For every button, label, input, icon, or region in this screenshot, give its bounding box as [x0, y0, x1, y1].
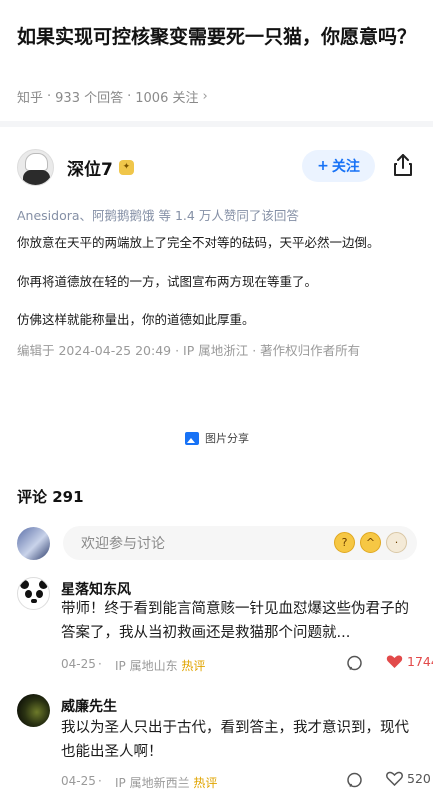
my-avatar	[17, 526, 50, 560]
comment-input-placeholder: 欢迎参与讨论	[81, 536, 165, 552]
answer-paragraph: 仿佛这样就能称量出，你的道德如此厚重。	[17, 312, 255, 327]
comment-location: IP 属地山东	[115, 659, 178, 673]
comment-input[interactable]: 欢迎参与讨论 ? ^ ·	[63, 526, 417, 560]
question-title[interactable]: 如果实现可控核聚变需要死一只猫，你愿意吗？	[17, 22, 417, 52]
comments-title: 评论 291	[17, 488, 84, 506]
thinking-emoji-icon[interactable]: ?	[334, 532, 355, 553]
hot-comment-badge: 热评	[193, 776, 218, 790]
chevron-right-icon: ›	[202, 89, 208, 104]
approvers-line[interactable]: Anesidora、阿鹅鹅鹅饿 等 1.4 万人赞同了该回答	[17, 205, 299, 224]
commenter-avatar[interactable]	[17, 577, 50, 610]
plus-icon: +	[317, 158, 329, 174]
image-share-button[interactable]: 图片分享	[185, 430, 249, 446]
commenter-name[interactable]: 威廉先生	[61, 696, 117, 716]
commenter-name[interactable]: 星落知东风	[61, 579, 131, 599]
follow-count: 1006 关注	[135, 91, 199, 106]
comment-text[interactable]: 我以为圣人只出于古代，看到答主，我才意识到，现代也能出圣人啊！	[61, 716, 417, 764]
heart-filled-icon	[386, 655, 403, 668]
reply-icon[interactable]	[346, 655, 363, 672]
like-button[interactable]: 520	[386, 771, 431, 786]
comment-location: IP 属地新西兰	[115, 776, 190, 790]
section-divider	[0, 121, 433, 127]
comment-date: 04-25	[61, 657, 96, 671]
comment-input-row: 欢迎参与讨论 ? ^ ·	[17, 525, 417, 561]
answer-count: 933 个回答	[55, 91, 124, 106]
image-share-label: 图片分享	[205, 432, 249, 445]
author-name[interactable]: 深位7	[67, 155, 113, 180]
author-avatar[interactable]	[17, 148, 54, 186]
comment-item: 威廉先生 我以为圣人只出于古代，看到答主，我才意识到，现代也能出圣人啊！ 04-…	[17, 694, 431, 794]
follow-button[interactable]: + 关注	[302, 150, 375, 182]
author-row[interactable]: 深位7 ✦	[17, 147, 134, 187]
heart-outline-icon	[386, 771, 403, 786]
site-name: 知乎	[17, 91, 44, 106]
answer-paragraph: 你放意在天平的两端放上了完全不对等的砝码，天平必然一边倒。	[17, 235, 380, 250]
gold-badge-icon: ✦	[118, 159, 134, 175]
picture-icon	[185, 431, 199, 445]
comment-footer: 04-25 · IP 属地山东 热评 1744	[61, 654, 433, 675]
emoji-shortcuts: ? ^ ·	[334, 532, 407, 553]
follow-button-label: 关注	[331, 159, 360, 175]
commenter-avatar[interactable]	[17, 694, 50, 727]
comment-text[interactable]: 带师！终于看到能言简意赅一针见血怼爆这些伪君子的答案了，我从当初救画还是救猫那个…	[61, 597, 417, 645]
bun-emoji-icon[interactable]: ·	[386, 532, 407, 553]
question-meta[interactable]: 知乎 · 933 个回答 · 1006 关注 ›	[17, 87, 208, 106]
like-button[interactable]: 1744	[386, 654, 433, 669]
comment-item: 星落知东风 带师！终于看到能言简意赅一针见血怼爆这些伪君子的答案了，我从当初救画…	[17, 577, 433, 677]
share-icon[interactable]	[392, 153, 414, 177]
like-count: 520	[407, 771, 431, 786]
laughing-emoji-icon[interactable]: ^	[360, 532, 381, 553]
like-count: 1744	[407, 654, 433, 669]
reply-icon[interactable]	[346, 772, 363, 789]
answer-paragraph: 你再将道德放在轻的一方，试图宣布两方现在等重了。	[17, 274, 318, 289]
hot-comment-badge: 热评	[181, 659, 206, 673]
edit-info: 编辑于 2024-04-25 20:49 · IP 属地浙江 · 著作权归作者所…	[17, 343, 361, 358]
comment-date: 04-25	[61, 774, 96, 788]
comment-footer: 04-25 · IP 属地新西兰 热评 520	[61, 771, 431, 790]
